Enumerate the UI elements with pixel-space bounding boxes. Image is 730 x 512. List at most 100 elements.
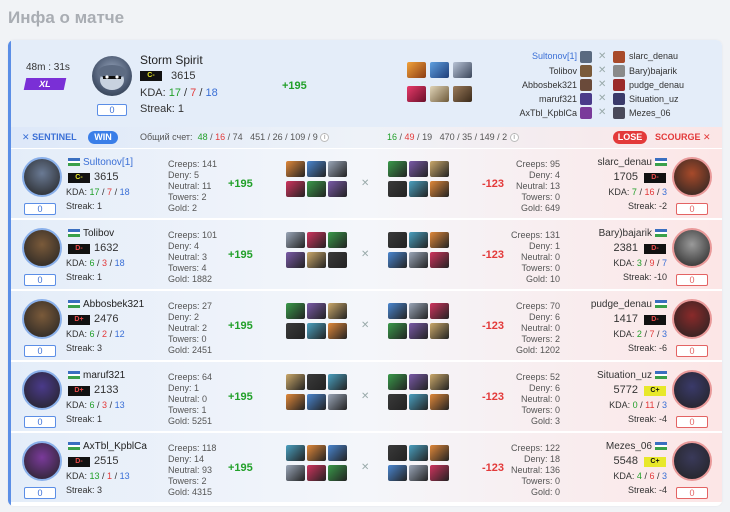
item-icon[interactable]	[388, 303, 407, 319]
item-icon[interactable]	[409, 232, 428, 248]
item-icon[interactable]	[307, 445, 326, 461]
item-icon[interactable]	[407, 62, 426, 78]
item-icon[interactable]	[328, 252, 347, 268]
item-icon[interactable]	[286, 323, 305, 339]
roster-left-name[interactable]: AxTbl_KpblCa	[508, 108, 577, 118]
item-icon[interactable]	[307, 323, 326, 339]
item-icon[interactable]	[409, 323, 428, 339]
left-player-name[interactable]: maruf321	[83, 370, 125, 381]
roster-right-name[interactable]: Bary)bajarik	[629, 66, 677, 76]
right-hero-avatar[interactable]	[672, 441, 712, 481]
info-icon[interactable]: i	[509, 133, 519, 143]
right-hero-avatar[interactable]	[672, 157, 712, 197]
item-icon[interactable]	[307, 161, 326, 177]
item-icon[interactable]	[286, 303, 305, 319]
roster-right-name[interactable]: Situation_uz	[629, 94, 679, 104]
item-icon[interactable]	[453, 86, 472, 102]
right-hero-avatar[interactable]	[672, 370, 712, 410]
item-icon[interactable]	[328, 323, 347, 339]
item-icon[interactable]	[307, 465, 326, 481]
item-icon[interactable]	[430, 161, 449, 177]
item-icon[interactable]	[328, 465, 347, 481]
roster-right-name[interactable]: Mezes_06	[629, 108, 671, 118]
roster-left-name[interactable]: maruf321	[508, 94, 577, 104]
item-icon[interactable]	[328, 181, 347, 197]
right-hero-avatar[interactable]	[672, 299, 712, 339]
left-hero-avatar[interactable]	[22, 299, 62, 339]
left-player-name[interactable]: Tolibov	[83, 228, 114, 239]
right-player-name[interactable]: slarc_denau	[568, 157, 652, 168]
info-icon[interactable]: i	[320, 133, 330, 143]
item-icon[interactable]	[328, 445, 347, 461]
item-icon[interactable]	[409, 374, 428, 390]
roster-left-name[interactable]: Abbosbek321	[508, 80, 577, 90]
right-player-name[interactable]: Mezes_06	[568, 441, 652, 452]
item-icon[interactable]	[286, 445, 305, 461]
item-icon[interactable]	[407, 86, 426, 102]
item-icon[interactable]	[286, 161, 305, 177]
item-icon[interactable]	[430, 232, 449, 248]
item-icon[interactable]	[286, 465, 305, 481]
item-icon[interactable]	[388, 252, 407, 268]
item-icon[interactable]	[307, 374, 326, 390]
item-icon[interactable]	[286, 252, 305, 268]
item-icon[interactable]	[430, 86, 449, 102]
item-icon[interactable]	[430, 394, 449, 410]
roster-left-name[interactable]: Sultonov[1]	[528, 51, 577, 61]
item-icon[interactable]	[286, 181, 305, 197]
right-player-name[interactable]: pudge_denau	[568, 299, 652, 310]
item-icon[interactable]	[388, 181, 407, 197]
item-icon[interactable]	[430, 465, 449, 481]
item-icon[interactable]	[388, 374, 407, 390]
item-icon[interactable]	[409, 161, 428, 177]
left-hero-avatar[interactable]	[22, 441, 62, 481]
item-icon[interactable]	[409, 181, 428, 197]
item-icon[interactable]	[388, 232, 407, 248]
item-icon[interactable]	[453, 62, 472, 78]
left-hero-avatar[interactable]	[22, 228, 62, 268]
item-icon[interactable]	[307, 232, 326, 248]
item-icon[interactable]	[388, 323, 407, 339]
left-hero-avatar[interactable]	[22, 370, 62, 410]
roster-left-name[interactable]: Tolibov	[528, 66, 577, 76]
item-icon[interactable]	[328, 374, 347, 390]
item-icon[interactable]	[388, 161, 407, 177]
item-icon[interactable]	[328, 303, 347, 319]
item-icon[interactable]	[286, 394, 305, 410]
item-icon[interactable]	[388, 445, 407, 461]
item-icon[interactable]	[430, 62, 449, 78]
item-icon[interactable]	[409, 465, 428, 481]
item-icon[interactable]	[307, 394, 326, 410]
item-icon[interactable]	[409, 303, 428, 319]
item-icon[interactable]	[430, 181, 449, 197]
item-icon[interactable]	[409, 252, 428, 268]
left-kda: KDA: 6 / 3 / 13	[66, 400, 125, 410]
item-icon[interactable]	[328, 394, 347, 410]
item-icon[interactable]	[307, 181, 326, 197]
left-player-name[interactable]: Sultonov[1]	[83, 157, 133, 168]
item-icon[interactable]	[286, 374, 305, 390]
item-icon[interactable]	[328, 161, 347, 177]
item-icon[interactable]	[430, 252, 449, 268]
roster-right-name[interactable]: slarc_denau	[629, 51, 678, 61]
item-icon[interactable]	[388, 394, 407, 410]
left-player-name[interactable]: Abbosbek321	[83, 299, 144, 310]
hero-avatar[interactable]	[92, 56, 132, 96]
item-icon[interactable]	[430, 445, 449, 461]
item-icon[interactable]	[307, 252, 326, 268]
right-player-name[interactable]: Situation_uz	[568, 370, 652, 381]
left-hero-avatar[interactable]	[22, 157, 62, 197]
item-icon[interactable]	[409, 445, 428, 461]
left-player-name[interactable]: AxTbl_KpblCa	[83, 441, 147, 452]
right-player-name[interactable]: Bary)bajarik	[568, 228, 652, 239]
item-icon[interactable]	[430, 303, 449, 319]
item-icon[interactable]	[430, 374, 449, 390]
item-icon[interactable]	[430, 323, 449, 339]
item-icon[interactable]	[307, 303, 326, 319]
item-icon[interactable]	[328, 232, 347, 248]
item-icon[interactable]	[409, 394, 428, 410]
right-hero-avatar[interactable]	[672, 228, 712, 268]
item-icon[interactable]	[286, 232, 305, 248]
item-icon[interactable]	[388, 465, 407, 481]
roster-right-name[interactable]: pudge_denau	[629, 80, 684, 90]
